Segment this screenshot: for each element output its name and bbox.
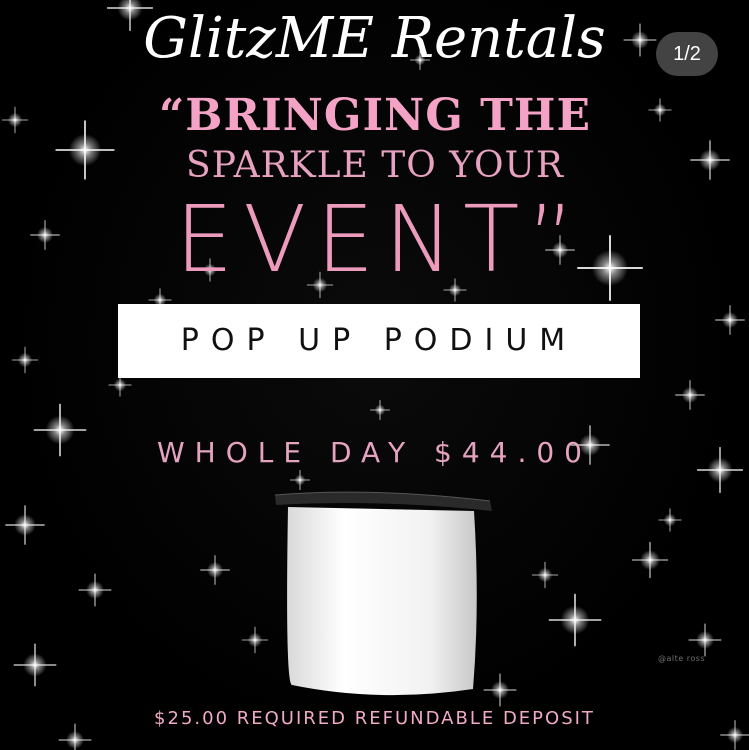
sparkle-icon <box>548 593 602 647</box>
sparkle-icon <box>30 220 60 250</box>
tagline-line-3: EVENT” <box>175 186 585 293</box>
promo-image: GlitzME Rentals 1/2 “BRINGING THE SPARKL… <box>0 0 749 750</box>
sparkle-icon <box>648 98 672 122</box>
tagline-line-1: “BRINGING THE <box>159 90 591 141</box>
sparkle-icon <box>200 555 230 585</box>
sparkle-icon <box>675 380 705 410</box>
podium-image <box>274 491 492 696</box>
carousel-counter: 1/2 <box>656 32 718 76</box>
tagline-line-2: SPARKLE TO YOUR <box>186 145 564 186</box>
sparkle-icon <box>13 643 57 687</box>
sparkle-icon <box>690 140 730 180</box>
sparkle-icon <box>370 400 390 420</box>
sparkle-icon <box>688 623 722 657</box>
sparkle-icon <box>1 106 29 134</box>
sparkle-icon <box>715 305 745 335</box>
product-name-banner: POP UP PODIUM <box>118 304 640 378</box>
watermark: @alte ross <box>658 654 706 663</box>
sparkle-icon <box>5 505 45 545</box>
sparkle-icon <box>241 626 269 654</box>
sparkle-icon <box>78 573 112 607</box>
sparkle-icon <box>658 508 682 532</box>
sparkle-icon <box>631 541 669 579</box>
product-name: POP UP PODIUM <box>180 323 578 358</box>
product-price: WHOLE DAY $44.00 <box>157 436 592 469</box>
sparkle-icon <box>55 120 115 180</box>
sparkle-icon <box>11 346 39 374</box>
sparkle-icon <box>531 561 559 589</box>
deposit-note: $25.00 REQUIRED REFUNDABLE DEPOSIT <box>154 708 595 729</box>
brand-title: GlitzME Rentals <box>143 6 606 71</box>
